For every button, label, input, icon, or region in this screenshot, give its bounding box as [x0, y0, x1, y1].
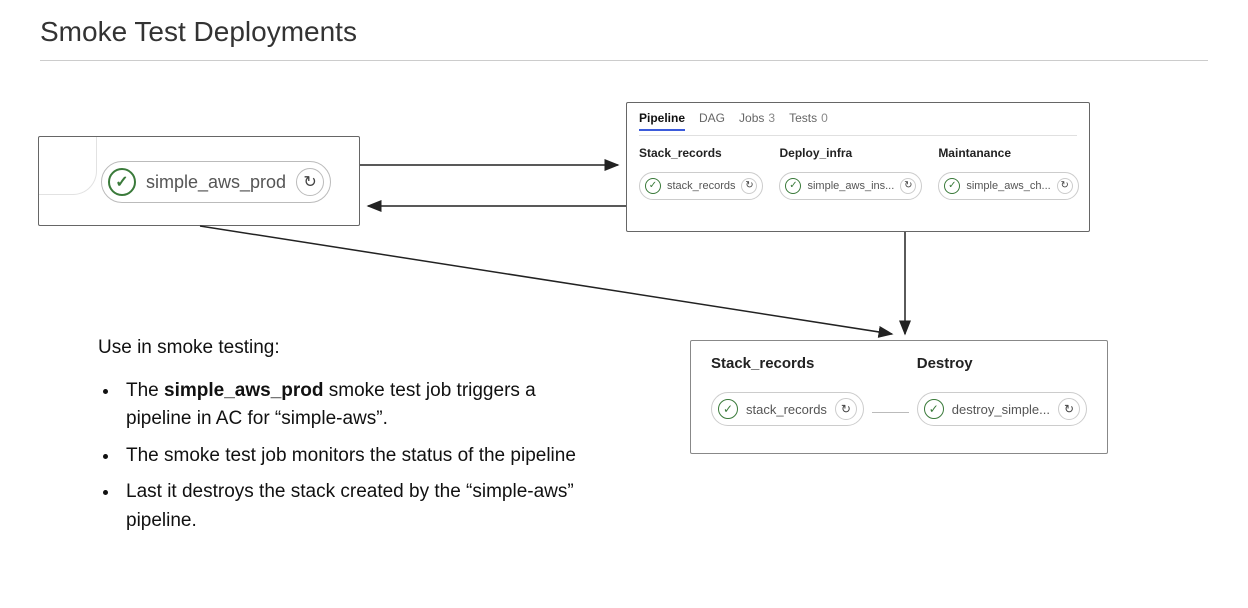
stage-deploy-infra: Deploy_infra ✓ simple_aws_ins... ↻: [779, 146, 922, 200]
job-pill-maintenance[interactable]: ✓ simple_aws_ch... ↻: [938, 172, 1078, 200]
diagram-page: Smoke Test Deployments ✓ simple_aws_prod…: [0, 0, 1248, 608]
explain-list: The simple_aws_prod smoke test job trigg…: [98, 377, 598, 536]
tab-jobs-label: Jobs: [739, 111, 764, 125]
title-divider: [40, 60, 1208, 61]
smoke-job-pill[interactable]: ✓ simple_aws_prod ↻: [101, 161, 331, 203]
check-icon: ✓: [645, 178, 661, 194]
pipeline-tabs: Pipeline DAG Jobs 3 Tests 0: [639, 111, 1077, 136]
retry-icon[interactable]: ↻: [1058, 398, 1080, 420]
job-label: simple_aws_ch...: [966, 180, 1050, 192]
page-title: Smoke Test Deployments: [40, 16, 357, 48]
stage-stack-records-2: Stack_records ✓ stack_records ↻: [711, 355, 864, 426]
stage-header: Deploy_infra: [779, 146, 922, 160]
tab-dag-label: DAG: [699, 111, 725, 125]
check-icon: ✓: [944, 178, 960, 194]
tab-pipeline-label: Pipeline: [639, 111, 685, 125]
explain-lead: Use in smoke testing:: [98, 334, 598, 363]
stage-header: Maintanance: [938, 146, 1078, 160]
stage-header: Stack_records: [639, 146, 763, 160]
bullet-text: The smoke test job monitors the status o…: [126, 445, 576, 466]
tab-jobs-count: 3: [768, 111, 775, 125]
job-pill-stack-records[interactable]: ✓ stack_records ↻: [639, 172, 763, 200]
pipeline-box-deploy: Pipeline DAG Jobs 3 Tests 0 Stack_record…: [626, 102, 1090, 232]
tab-pipeline[interactable]: Pipeline: [639, 111, 685, 131]
retry-icon[interactable]: ↻: [296, 168, 324, 196]
job-pill-stack-records-2[interactable]: ✓ stack_records ↻: [711, 392, 864, 426]
explanation-text: Use in smoke testing: The simple_aws_pro…: [98, 334, 598, 543]
check-icon: ✓: [108, 168, 136, 196]
smoke-job-label: simple_aws_prod: [146, 172, 286, 193]
list-item: Last it destroys the stack created by th…: [120, 478, 598, 535]
check-icon: ✓: [924, 399, 944, 419]
bullet-text: The: [126, 380, 164, 401]
stage-destroy: Destroy ✓ destroy_simple... ↻: [917, 355, 1087, 426]
bullet-text: Last it destroys the stack created by th…: [126, 481, 574, 531]
job-label: destroy_simple...: [952, 402, 1050, 417]
job-label: stack_records: [746, 402, 827, 417]
stage-connector: [872, 412, 909, 413]
smoke-job-box: ✓ simple_aws_prod ↻: [38, 136, 360, 226]
job-label: simple_aws_ins...: [807, 180, 894, 192]
tab-dag[interactable]: DAG: [699, 111, 725, 129]
job-pill-destroy[interactable]: ✓ destroy_simple... ↻: [917, 392, 1087, 426]
check-icon: ✓: [785, 178, 801, 194]
stage-maintenance: Maintanance ✓ simple_aws_ch... ↻: [938, 146, 1078, 200]
stage-stack-records: Stack_records ✓ stack_records ↻: [639, 146, 763, 200]
tab-tests[interactable]: Tests 0: [789, 111, 828, 129]
pipeline-box-destroy: Stack_records ✓ stack_records ↻ Destroy …: [690, 340, 1108, 454]
list-item: The simple_aws_prod smoke test job trigg…: [120, 377, 598, 434]
check-icon: ✓: [718, 399, 738, 419]
bullet-bold: simple_aws_prod: [164, 380, 323, 401]
job-pill-deploy-infra[interactable]: ✓ simple_aws_ins... ↻: [779, 172, 922, 200]
tab-jobs[interactable]: Jobs 3: [739, 111, 775, 129]
stage-header: Stack_records: [711, 355, 864, 372]
tab-tests-label: Tests: [789, 111, 817, 125]
retry-icon[interactable]: ↻: [835, 398, 857, 420]
tab-tests-count: 0: [821, 111, 828, 125]
pipeline-stages: Stack_records ✓ stack_records ↻ Deploy_i…: [639, 146, 1077, 200]
retry-icon[interactable]: ↻: [1057, 178, 1073, 194]
list-item: The smoke test job monitors the status o…: [120, 442, 598, 471]
retry-icon[interactable]: ↻: [741, 178, 757, 194]
job-label: stack_records: [667, 180, 735, 192]
decorative-corner: [39, 137, 97, 195]
stage-header: Destroy: [917, 355, 1087, 372]
retry-icon[interactable]: ↻: [900, 178, 916, 194]
pipeline-stages-destroy: Stack_records ✓ stack_records ↻ Destroy …: [711, 355, 1087, 426]
